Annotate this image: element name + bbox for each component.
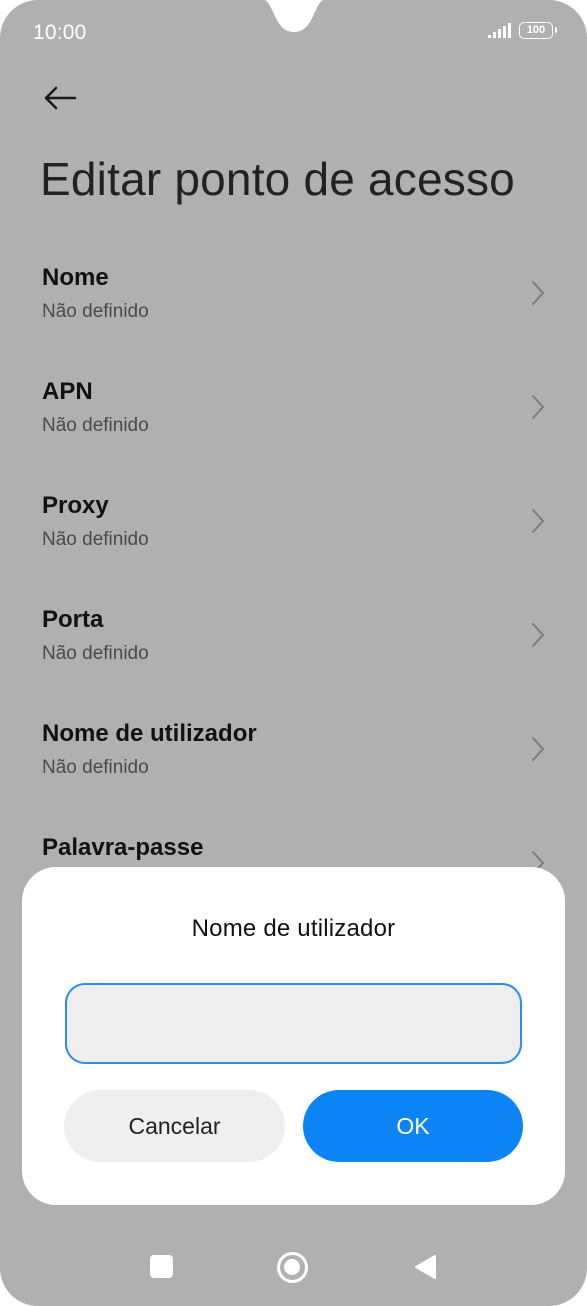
setting-title: Proxy: [42, 492, 109, 519]
setting-item-nome-de-utilizador[interactable]: Nome de utilizador Não definido: [0, 706, 587, 820]
page-title: Editar ponto de acesso: [40, 153, 515, 205]
setting-value: Não definido: [42, 529, 149, 550]
setting-title: Nome de utilizador: [42, 720, 257, 747]
username-dialog: Nome de utilizador Cancelar OK: [22, 867, 565, 1205]
screen: 10:00 100 Editar ponto de acesso Nome Nã…: [0, 0, 587, 1306]
chevron-right-icon: [532, 281, 544, 305]
cancel-button[interactable]: Cancelar: [64, 1090, 285, 1162]
status-time: 10:00: [33, 21, 87, 44]
camera-notch: [265, 0, 323, 32]
setting-title: Porta: [42, 606, 104, 633]
setting-item-porta[interactable]: Porta Não definido: [0, 592, 587, 706]
square-icon[interactable]: [150, 1255, 173, 1278]
setting-title: APN: [42, 378, 93, 405]
setting-title: Nome: [42, 264, 109, 291]
chevron-right-icon: [532, 509, 544, 533]
chevron-right-icon: [532, 737, 544, 761]
setting-value: Não definido: [42, 415, 149, 436]
setting-item-apn[interactable]: APN Não definido: [0, 364, 587, 478]
setting-value: Não definido: [42, 757, 149, 778]
setting-value: Não definido: [42, 301, 149, 322]
signal-icon: [488, 22, 511, 38]
circle-icon[interactable]: [277, 1252, 308, 1283]
back-button[interactable]: [38, 78, 82, 118]
setting-value: Não definido: [42, 643, 149, 664]
battery-icon: 100: [519, 22, 557, 39]
ok-button[interactable]: OK: [303, 1090, 523, 1162]
setting-title: Palavra-passe: [42, 834, 204, 861]
arrow-left-icon: [44, 86, 77, 110]
chevron-right-icon: [532, 623, 544, 647]
navigation-bar: [0, 1236, 587, 1298]
settings-list: Nome Não definido APN Não definido Proxy…: [0, 250, 587, 934]
username-input[interactable]: [65, 983, 522, 1064]
status-icons: 100: [487, 22, 557, 39]
setting-item-nome[interactable]: Nome Não definido: [0, 250, 587, 364]
dialog-title: Nome de utilizador: [191, 915, 396, 942]
triangle-back-icon[interactable]: [413, 1254, 437, 1280]
chevron-right-icon: [532, 395, 544, 419]
setting-item-proxy[interactable]: Proxy Não definido: [0, 478, 587, 592]
